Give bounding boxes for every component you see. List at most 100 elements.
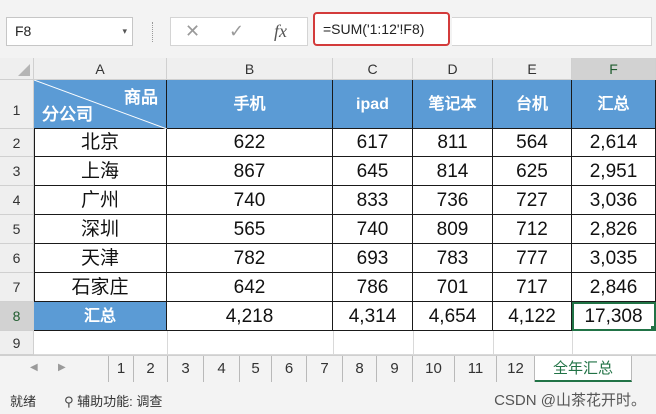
sheet-tab-8[interactable]: 8 bbox=[343, 356, 377, 382]
value-cell[interactable]: 564 bbox=[493, 129, 572, 157]
sheet-tab-5[interactable]: 5 bbox=[240, 356, 272, 382]
row-header-2[interactable]: 2 bbox=[0, 129, 34, 157]
column-header-d[interactable]: D bbox=[413, 58, 493, 80]
value-cell[interactable]: 740 bbox=[167, 186, 333, 215]
formula-input[interactable]: =SUM('1:12'!F8) bbox=[313, 12, 450, 46]
sheet-tab-1[interactable]: 1 bbox=[108, 356, 134, 382]
formula-input-extension[interactable] bbox=[452, 17, 652, 46]
value-cell[interactable]: 2,826 bbox=[572, 215, 656, 244]
value-cell[interactable]: 2,614 bbox=[572, 129, 656, 157]
branch-cell[interactable]: 石家庄 bbox=[34, 273, 167, 302]
status-bar: 就绪 ⚲ 辅助功能: 调查 CSDN @山茶花开时。 bbox=[0, 382, 656, 414]
row-header-3[interactable]: 3 bbox=[0, 157, 34, 186]
sheet-tab-4[interactable]: 4 bbox=[204, 356, 240, 382]
divider bbox=[152, 22, 154, 42]
diagonal-header-cell[interactable]: 商品 分公司 bbox=[34, 80, 167, 129]
row-header-6[interactable]: 6 bbox=[0, 244, 34, 273]
name-box-value: F8 bbox=[15, 23, 32, 39]
total-value-cell[interactable]: 4,122 bbox=[493, 302, 572, 331]
value-cell[interactable]: 622 bbox=[167, 129, 333, 157]
value-cell[interactable]: 867 bbox=[167, 157, 333, 186]
sheet-tab-11[interactable]: 11 bbox=[455, 356, 497, 382]
tab-next-icon[interactable]: ▶ bbox=[58, 362, 66, 373]
sheet-tab-12[interactable]: 12 bbox=[497, 356, 535, 382]
value-cell[interactable]: 814 bbox=[413, 157, 493, 186]
sheet-tab-7[interactable]: 7 bbox=[307, 356, 343, 382]
chevron-down-icon[interactable]: ▾ bbox=[122, 18, 127, 45]
accessibility-status[interactable]: ⚲ 辅助功能: 调查 bbox=[64, 391, 162, 410]
row-header-8[interactable]: 8 bbox=[0, 302, 34, 331]
total-label-cell[interactable]: 汇总 bbox=[34, 302, 167, 331]
column-header-a[interactable]: A bbox=[34, 58, 167, 80]
value-cell[interactable]: 2,951 bbox=[572, 157, 656, 186]
product-header[interactable]: 手机 bbox=[167, 80, 333, 129]
sheet-tab-10[interactable]: 10 bbox=[413, 356, 455, 382]
sheet-tab-9[interactable]: 9 bbox=[377, 356, 413, 382]
name-box[interactable]: F8 ▾ bbox=[6, 17, 133, 46]
value-cell[interactable]: 617 bbox=[333, 129, 413, 157]
total-value-cell[interactable]: 4,314 bbox=[333, 302, 413, 331]
fill-handle[interactable] bbox=[651, 326, 656, 331]
gridline bbox=[413, 331, 414, 355]
value-cell[interactable]: 565 bbox=[167, 215, 333, 244]
sheet-tab-3[interactable]: 3 bbox=[168, 356, 204, 382]
watermark: CSDN @山茶花开时。 bbox=[494, 392, 646, 409]
value-cell[interactable]: 712 bbox=[493, 215, 572, 244]
total-value-cell[interactable]: 4,218 bbox=[167, 302, 333, 331]
select-all-button[interactable] bbox=[0, 58, 34, 80]
branch-cell[interactable]: 广州 bbox=[34, 186, 167, 215]
column-header-f[interactable]: F bbox=[572, 58, 656, 80]
row-header-7[interactable]: 7 bbox=[0, 273, 34, 302]
value-cell[interactable]: 693 bbox=[333, 244, 413, 273]
branch-cell[interactable]: 天津 bbox=[34, 244, 167, 273]
value-cell[interactable]: 717 bbox=[493, 273, 572, 302]
value-cell[interactable]: 786 bbox=[333, 273, 413, 302]
row-header-5[interactable]: 5 bbox=[0, 215, 34, 244]
value-cell[interactable]: 2,846 bbox=[572, 273, 656, 302]
value-cell[interactable]: 625 bbox=[493, 157, 572, 186]
sheet-tab-13[interactable]: 全年汇总 bbox=[535, 356, 632, 382]
accessibility-icon: ⚲ bbox=[64, 394, 78, 409]
row-header-4[interactable]: 4 bbox=[0, 186, 34, 215]
value-cell[interactable]: 809 bbox=[413, 215, 493, 244]
branch-cell[interactable]: 深圳 bbox=[34, 215, 167, 244]
product-header[interactable]: 笔记本 bbox=[413, 80, 493, 129]
branch-cell[interactable]: 北京 bbox=[34, 129, 167, 157]
insert-function-icon[interactable]: fx bbox=[274, 21, 287, 42]
value-cell[interactable]: 811 bbox=[413, 129, 493, 157]
product-header[interactable]: ipad bbox=[333, 80, 413, 129]
sheet-tab-2[interactable]: 2 bbox=[134, 356, 168, 382]
row-header-1[interactable]: 1 bbox=[0, 80, 34, 129]
selected-total-cell[interactable]: 17,308 bbox=[572, 302, 656, 331]
branch-cell[interactable]: 上海 bbox=[34, 157, 167, 186]
value-cell[interactable]: 736 bbox=[413, 186, 493, 215]
value-cell[interactable]: 777 bbox=[493, 244, 572, 273]
product-header[interactable]: 汇总 bbox=[572, 80, 656, 129]
value-cell[interactable]: 727 bbox=[493, 186, 572, 215]
enter-icon[interactable]: ✓ bbox=[229, 21, 244, 42]
column-header-b[interactable]: B bbox=[167, 58, 333, 80]
row-header-9[interactable]: 9 bbox=[0, 331, 34, 355]
value-cell[interactable]: 642 bbox=[167, 273, 333, 302]
gridline bbox=[493, 331, 494, 355]
product-header[interactable]: 台机 bbox=[493, 80, 572, 129]
value-cell[interactable]: 783 bbox=[413, 244, 493, 273]
value-cell[interactable]: 740 bbox=[333, 215, 413, 244]
column-header-e[interactable]: E bbox=[493, 58, 572, 80]
status-ready: 就绪 bbox=[10, 394, 37, 409]
diag-top-label: 商品 bbox=[124, 88, 158, 107]
sheet-tab-6[interactable]: 6 bbox=[272, 356, 307, 382]
value-cell[interactable]: 833 bbox=[333, 186, 413, 215]
value-cell[interactable]: 645 bbox=[333, 157, 413, 186]
total-value-cell[interactable]: 4,654 bbox=[413, 302, 493, 331]
column-header-c[interactable]: C bbox=[333, 58, 413, 80]
value-cell[interactable]: 701 bbox=[413, 273, 493, 302]
cancel-icon[interactable]: ✕ bbox=[185, 21, 200, 42]
value-cell[interactable]: 3,036 bbox=[572, 186, 656, 215]
formula-actions: ✕ ✓ fx bbox=[170, 17, 308, 46]
gridline bbox=[333, 331, 334, 355]
gridline bbox=[167, 331, 168, 355]
tab-prev-icon[interactable]: ◀ bbox=[30, 362, 38, 373]
value-cell[interactable]: 3,035 bbox=[572, 244, 656, 273]
value-cell[interactable]: 782 bbox=[167, 244, 333, 273]
